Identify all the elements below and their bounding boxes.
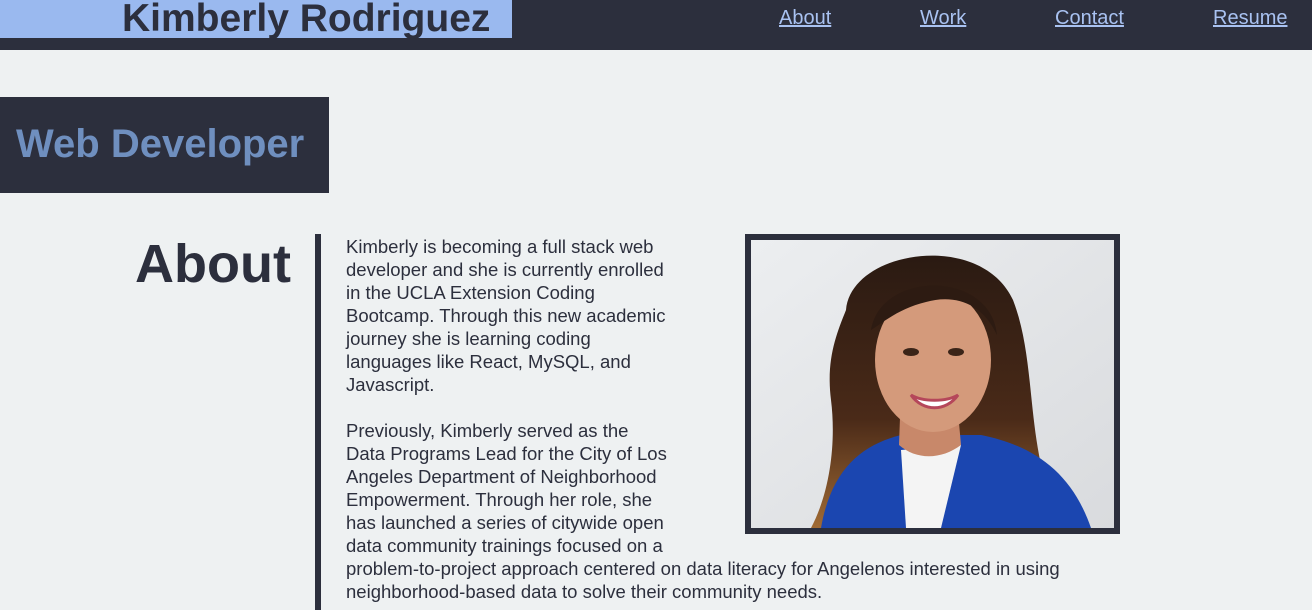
right-eye [948, 348, 964, 356]
nav-link-resume[interactable]: Resume [1213, 5, 1287, 31]
profile-photo [745, 234, 1120, 534]
nav-link-about[interactable]: About [779, 5, 831, 31]
section-divider [315, 234, 321, 610]
site-name-highlight: Kimberly Rodriguez [0, 0, 512, 40]
about-heading: About [135, 234, 291, 294]
nav-link-contact[interactable]: Contact [1055, 5, 1124, 31]
profile-photo-illustration [751, 240, 1114, 528]
hero-title: Web Developer [16, 122, 305, 166]
nav-link-work[interactable]: Work [920, 5, 966, 31]
hero-banner: Web Developer [0, 97, 329, 193]
left-eye [903, 348, 919, 356]
top-navigation-bar: Kimberly Rodriguez About Work Contact Re… [0, 0, 1312, 50]
site-name: Kimberly Rodriguez [122, 0, 491, 40]
